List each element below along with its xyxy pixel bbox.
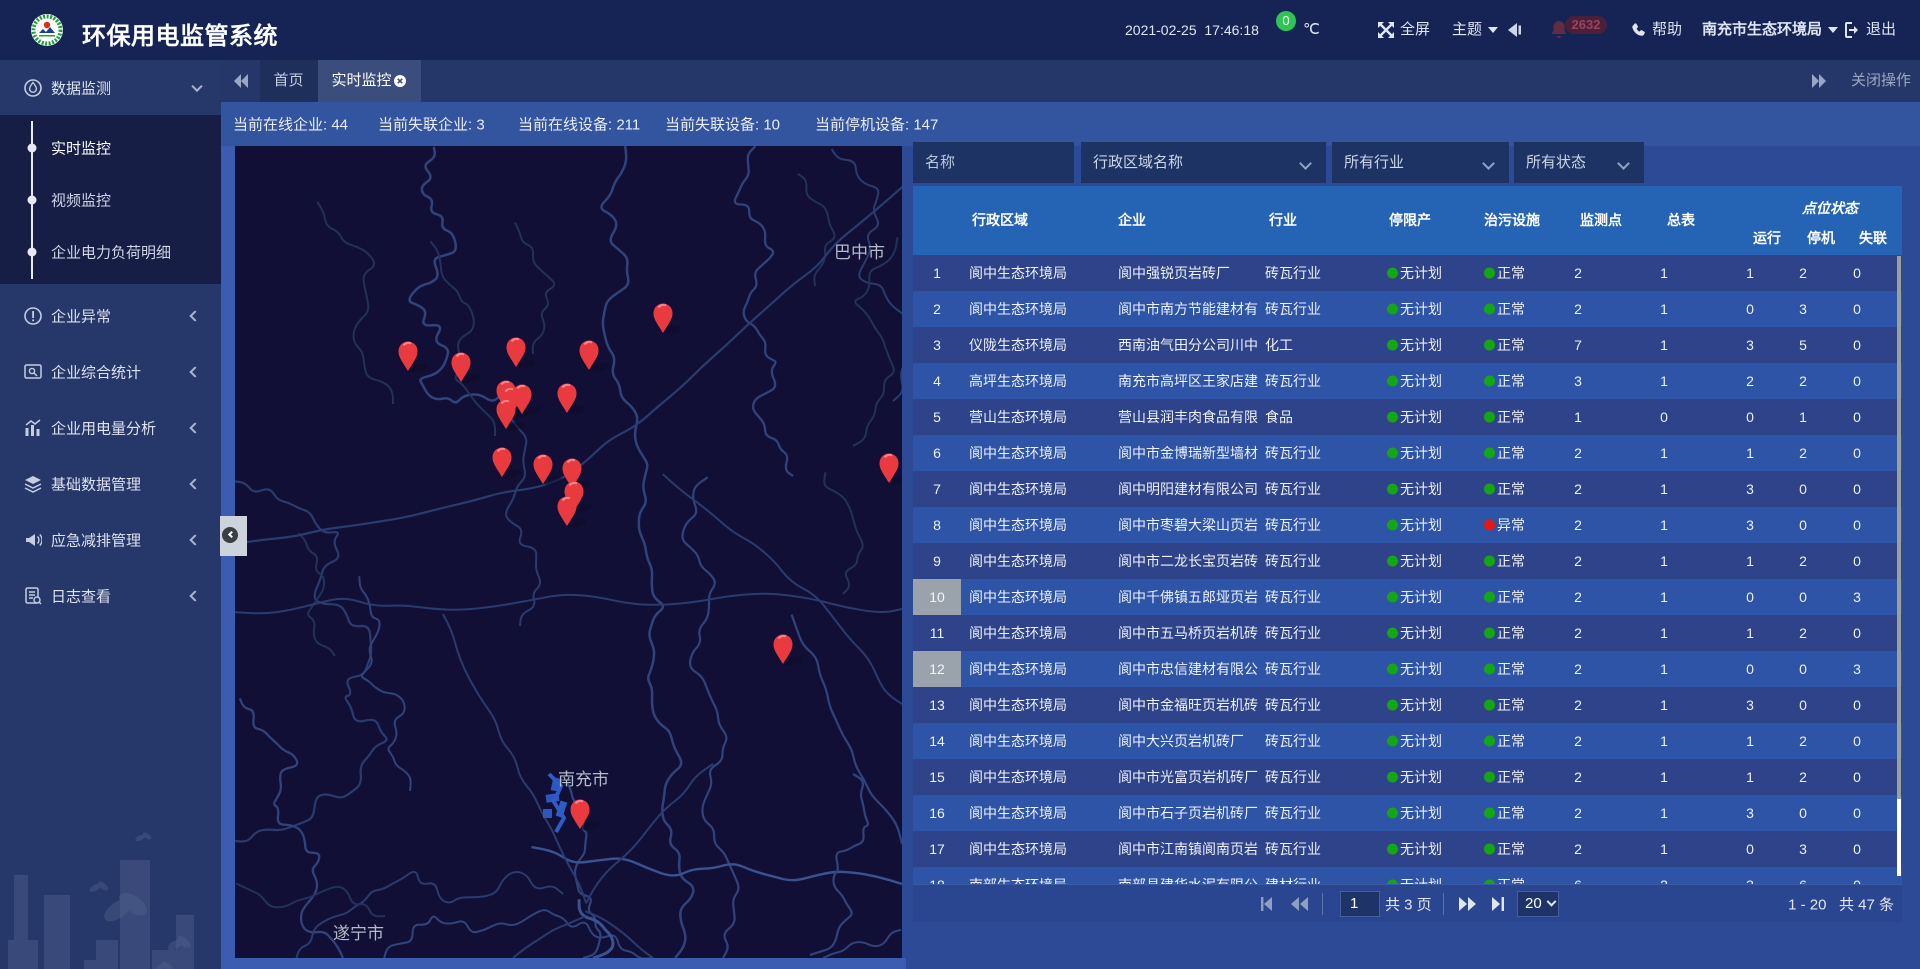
- svg-text:南充市: 南充市: [558, 770, 609, 789]
- svg-text:巴中市: 巴中市: [834, 243, 885, 262]
- svg-text:遂宁市: 遂宁市: [333, 924, 384, 943]
